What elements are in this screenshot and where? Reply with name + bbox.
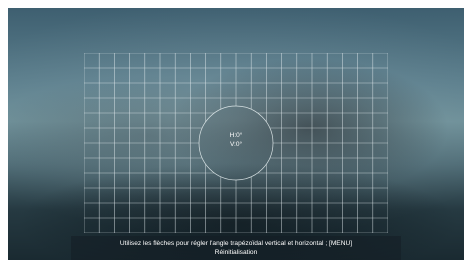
instruction-line-2: Réinitialisation <box>214 249 258 256</box>
horizontal-angle-readout: H:0° <box>229 132 243 139</box>
keystone-grid: H:0° V:0° <box>84 53 388 233</box>
vertical-angle-readout: V:0° <box>229 141 243 148</box>
instruction-bar: Utilisez les flèches pour régler l'angle… <box>71 236 401 260</box>
instruction-line-1: Utilisez les flèches pour régler l'angle… <box>119 240 353 247</box>
projector-screen: H:0° V:0° Utilisez les flèches pour régl… <box>8 8 464 260</box>
